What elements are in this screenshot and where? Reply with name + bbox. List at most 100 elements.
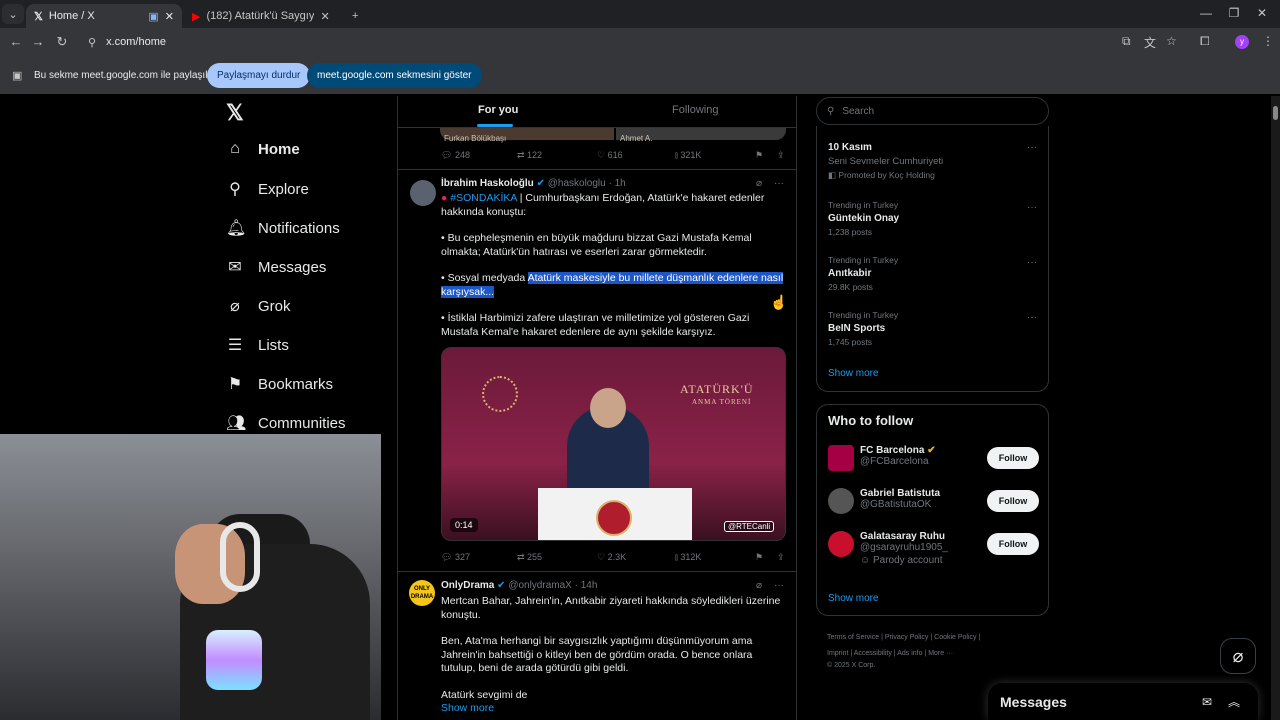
bookmark-icon[interactable]: ⚑: [755, 552, 763, 563]
batistuta-avatar[interactable]: [828, 488, 854, 514]
close-window-button[interactable]: ✕: [1252, 6, 1272, 20]
show-more-link[interactable]: Show more: [441, 702, 786, 716]
footer-link[interactable]: Terms of Service: [827, 634, 879, 641]
more-icon[interactable]: ···: [774, 580, 784, 591]
views-button[interactable]: ⫾ 321K: [675, 150, 701, 161]
minimize-button[interactable]: —: [1196, 6, 1216, 20]
footer-link[interactable]: Ads info: [897, 650, 922, 657]
trend-item[interactable]: Trending in Turkey BeIN Sports 1,745 pos…: [828, 310, 898, 347]
show-more-link[interactable]: Show more: [828, 368, 879, 379]
nav-explore[interactable]: ⚲ Explore: [226, 179, 309, 199]
verified-icon: ✔: [536, 178, 545, 189]
nav-lists[interactable]: ☰ Lists: [226, 335, 289, 355]
reply-button[interactable]: 💬︎ 327: [441, 552, 470, 563]
reply-button[interactable]: 💬︎ 248: [441, 150, 470, 161]
galatasaray-avatar[interactable]: [828, 531, 854, 557]
install-icon[interactable]: ⧉: [1122, 34, 1131, 49]
grok-icon[interactable]: ⌀: [756, 178, 762, 189]
account-info[interactable]: Gabriel Batistuta @GBatistutaOK: [860, 488, 940, 510]
extensions-icon[interactable]: ⧠: [1200, 34, 1210, 49]
show-meet-tab-button[interactable]: meet.google.com sekmesini göster: [307, 63, 482, 88]
tab-home-x[interactable]: 𝕏 Home / X ▣ ✕: [26, 4, 182, 28]
close-icon[interactable]: ✕: [320, 10, 329, 23]
more-icon[interactable]: ···: [1027, 312, 1037, 323]
trend-item[interactable]: 10 Kasım Seni Sevmeler Cumhuriyeti ◧ Pro…: [828, 142, 943, 181]
grok-float-button[interactable]: ⌀: [1220, 638, 1256, 674]
nav-home[interactable]: ⌂ Home: [226, 140, 300, 158]
share-icon[interactable]: ⇪: [777, 150, 785, 161]
tweet-time[interactable]: 1h: [615, 178, 626, 189]
share-icon[interactable]: ⇪: [777, 552, 785, 563]
site-info-icon[interactable]: ⚲: [88, 36, 96, 49]
trend-item[interactable]: Trending in Turkey Anıtkabir 29.8K posts: [828, 255, 898, 292]
views-button[interactable]: ⫾ 312K: [675, 552, 701, 563]
webcam-overlay: [0, 434, 381, 720]
x-logo-icon[interactable]: 𝕏: [226, 100, 244, 126]
more-icon[interactable]: ···: [1027, 142, 1037, 153]
follow-button[interactable]: Follow: [987, 447, 1039, 469]
nav-label: Explore: [258, 180, 309, 198]
fcb-avatar[interactable]: [828, 445, 854, 471]
repost-button[interactable]: ⇄ 255: [517, 552, 542, 563]
more-icon[interactable]: ···: [1027, 257, 1037, 268]
video-banner-sub: ANMA TÖRENİ: [692, 398, 752, 406]
more-icon[interactable]: ···: [1027, 202, 1037, 213]
tab-for-you[interactable]: For you: [478, 104, 518, 116]
follow-button[interactable]: Follow: [987, 490, 1039, 512]
back-button[interactable]: ←: [8, 34, 24, 49]
nav-notifications[interactable]: 🔔︎ Notifications: [226, 218, 340, 238]
footer-link[interactable]: Accessibility: [854, 650, 892, 657]
nav-label: Grok: [258, 297, 291, 315]
chevron-up-icon[interactable]: ︽: [1228, 693, 1240, 710]
author-name[interactable]: İbrahim Haskoloğlu: [441, 178, 534, 189]
tweet-video[interactable]: ATATÜRK'Ü ANMA TÖRENİ 0:14 @RTECanli: [441, 347, 786, 541]
footer-link[interactable]: Privacy Policy: [885, 634, 929, 641]
like-button[interactable]: ♡ 616: [597, 150, 623, 161]
footer-link[interactable]: Imprint: [827, 650, 848, 657]
nav-messages[interactable]: ✉ Messages: [226, 257, 326, 277]
scrollbar-thumb[interactable]: [1273, 106, 1278, 120]
show-more-link[interactable]: Show more: [828, 593, 879, 604]
tab-youtube[interactable]: ▶ (182) Atatürk'ü Saygıyla Anıyor ✕: [184, 4, 340, 28]
repost-button[interactable]: ⇄ 122: [517, 150, 542, 161]
profile-avatar[interactable]: y: [1235, 35, 1249, 49]
nav-grok[interactable]: ⌀ Grok: [226, 296, 291, 316]
new-message-icon[interactable]: ✉: [1202, 695, 1212, 709]
star-icon[interactable]: ☆: [1166, 34, 1177, 48]
search-input[interactable]: ⚲ Search: [816, 97, 1049, 125]
hashtag-link[interactable]: #SONDAKİKA: [450, 192, 517, 204]
tab-search-button[interactable]: ⌄: [2, 4, 24, 24]
translate-icon[interactable]: 文: [1144, 34, 1156, 51]
messages-drawer[interactable]: Messages ✉ ︽: [988, 683, 1258, 720]
nav-bookmarks[interactable]: ⚑ Bookmarks: [226, 374, 333, 394]
menu-icon[interactable]: ⋮: [1262, 34, 1274, 48]
avatar[interactable]: ONLY DRAMA: [409, 580, 435, 606]
trends-card: 10 Kasım Seni Sevmeler Cumhuriyeti ◧ Pro…: [816, 126, 1049, 392]
forward-button[interactable]: →: [30, 34, 46, 49]
trend-item[interactable]: Trending in Turkey Güntekin Onay 1,238 p…: [828, 200, 899, 237]
parody-label: Parody account: [873, 555, 943, 566]
avatar[interactable]: [410, 180, 436, 206]
footer-link[interactable]: More ···: [928, 650, 953, 657]
address-bar[interactable]: ⚲ x.com/home: [80, 32, 1190, 52]
tab-following[interactable]: Following: [672, 104, 718, 116]
new-tab-button[interactable]: +: [344, 4, 366, 28]
author-handle[interactable]: @onlydramaX: [508, 580, 572, 591]
nav-communities[interactable]: 👥︎ Communities: [226, 413, 346, 433]
author-name[interactable]: OnlyDrama: [441, 580, 494, 591]
account-info[interactable]: Galatasaray Ruhu @gsarayruhu1905_ ☺ Paro…: [860, 531, 948, 566]
account-info[interactable]: FC Barcelona ✔ @FCBarcelona: [860, 445, 936, 467]
reload-button[interactable]: ↻: [54, 34, 70, 50]
restore-button[interactable]: ❐: [1224, 6, 1244, 20]
bookmark-icon[interactable]: ⚑: [755, 150, 763, 161]
page-scrollbar[interactable]: [1271, 96, 1280, 720]
follow-button[interactable]: Follow: [987, 533, 1039, 555]
like-button[interactable]: ♡ 2.3K: [597, 552, 626, 563]
tweet-time[interactable]: 14h: [581, 580, 598, 591]
stop-sharing-button[interactable]: Paylaşmayı durdur: [207, 63, 311, 88]
grok-icon[interactable]: ⌀: [756, 580, 762, 591]
author-handle[interactable]: @haskologlu: [548, 178, 606, 189]
more-icon[interactable]: ···: [774, 178, 784, 189]
footer-link[interactable]: Cookie Policy: [934, 634, 976, 641]
close-icon[interactable]: ✕: [165, 10, 174, 23]
